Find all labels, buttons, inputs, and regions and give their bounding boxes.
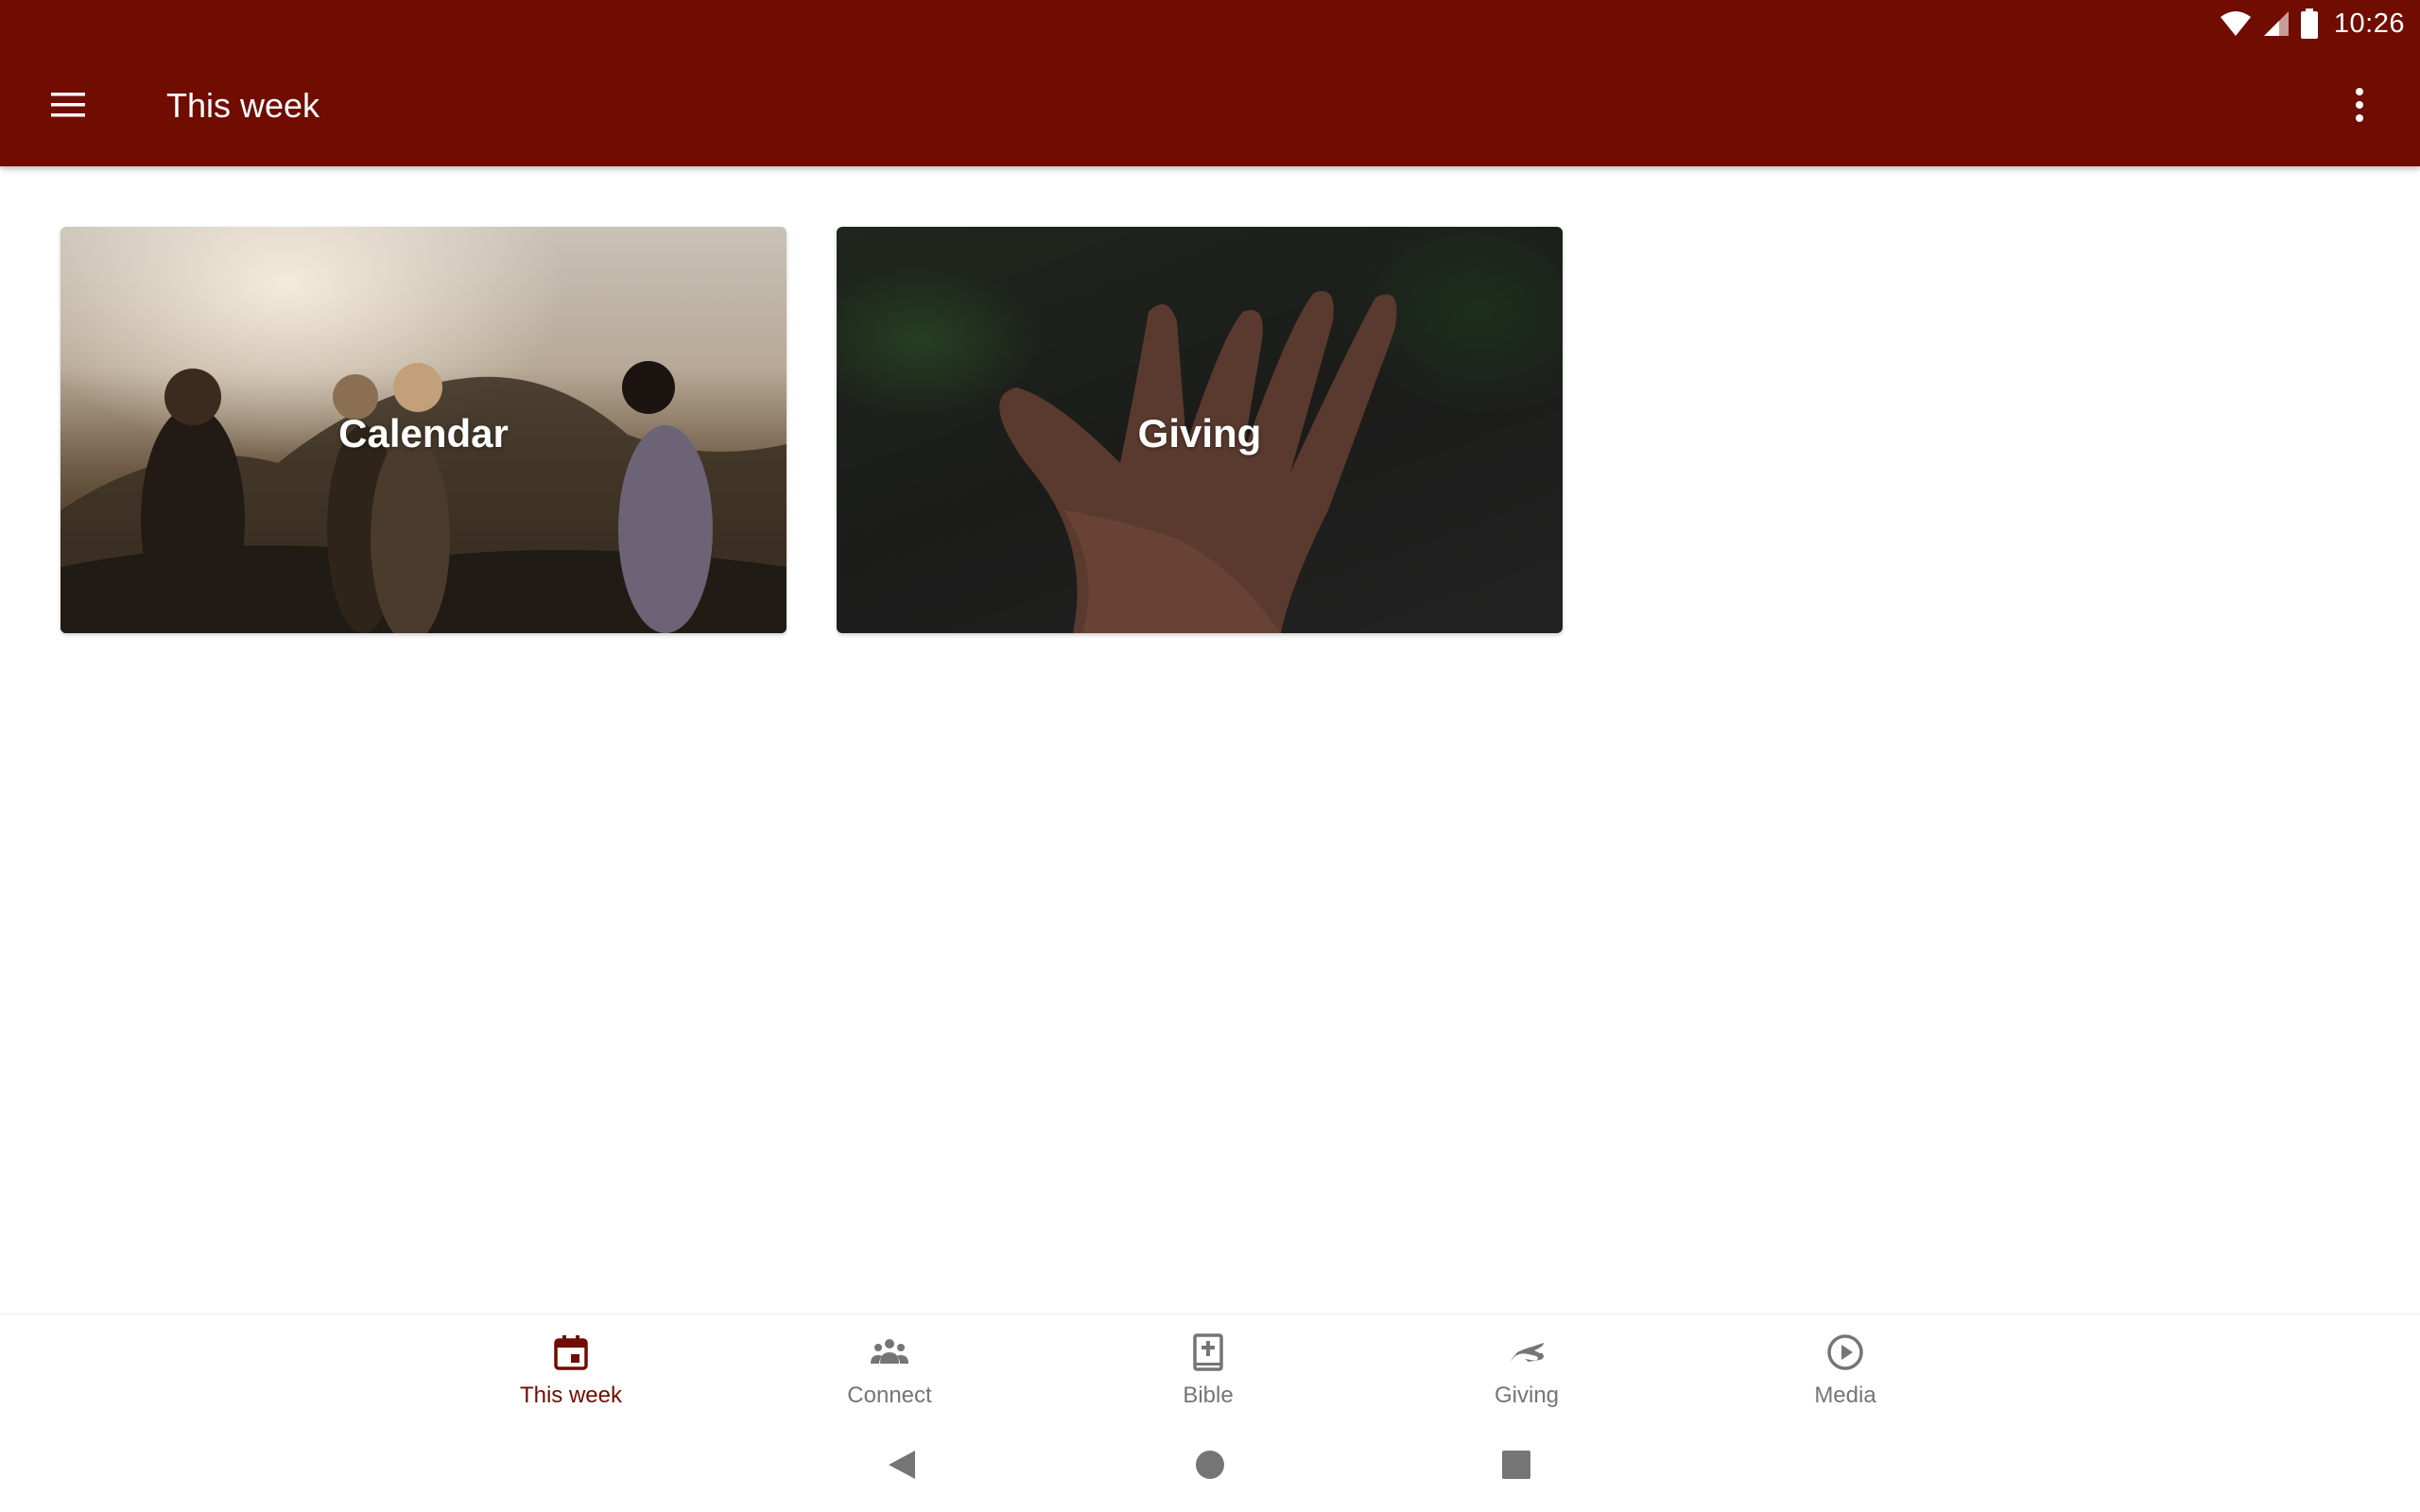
nav-label-connect: Connect xyxy=(847,1383,932,1408)
overflow-menu-button[interactable] xyxy=(2331,74,2388,136)
recents-button[interactable] xyxy=(1492,1440,1541,1489)
bottom-navigation: This week Connect Bible Giving Media xyxy=(0,1314,2420,1418)
more-vertical-icon xyxy=(2356,88,2363,122)
nav-label-bible: Bible xyxy=(1183,1383,1234,1408)
nav-item-this-week[interactable]: This week xyxy=(458,1314,684,1418)
status-bar: 10:26 xyxy=(2219,0,2420,47)
hamburger-menu-icon xyxy=(51,93,85,117)
back-icon xyxy=(889,1451,915,1479)
home-icon xyxy=(1196,1451,1224,1479)
cell-signal-icon xyxy=(2263,11,2289,36)
group-icon xyxy=(871,1339,908,1364)
calendar-icon xyxy=(554,1335,588,1370)
page-title: This week xyxy=(166,86,320,125)
wifi-icon xyxy=(2220,11,2251,36)
play-circle-icon xyxy=(1827,1334,1863,1370)
status-time: 10:26 xyxy=(2333,8,2405,39)
home-button[interactable] xyxy=(1185,1440,1235,1489)
calendar-card[interactable]: Calendar xyxy=(60,227,786,633)
nav-item-connect[interactable]: Connect xyxy=(776,1314,1003,1418)
giving-hand-icon xyxy=(1510,1343,1544,1362)
nav-label-this-week: This week xyxy=(519,1383,623,1408)
back-button[interactable] xyxy=(877,1440,926,1489)
nav-label-media: Media xyxy=(1814,1383,1876,1408)
nav-item-bible[interactable]: Bible xyxy=(1095,1314,1322,1418)
book-icon xyxy=(1193,1333,1223,1371)
app-bar: 10:26 This week xyxy=(0,0,2420,166)
nav-item-media[interactable]: Media xyxy=(1732,1314,1959,1418)
recents-icon xyxy=(1502,1451,1530,1479)
battery-icon xyxy=(2300,9,2318,39)
nav-label-giving: Giving xyxy=(1494,1383,1560,1408)
giving-card[interactable]: Giving xyxy=(837,227,1563,633)
giving-card-label: Giving xyxy=(1137,411,1262,455)
menu-button[interactable] xyxy=(32,74,104,136)
nav-item-giving[interactable]: Giving xyxy=(1413,1314,1640,1418)
system-navigation-bar xyxy=(0,1418,2420,1512)
calendar-card-label: Calendar xyxy=(338,411,509,455)
